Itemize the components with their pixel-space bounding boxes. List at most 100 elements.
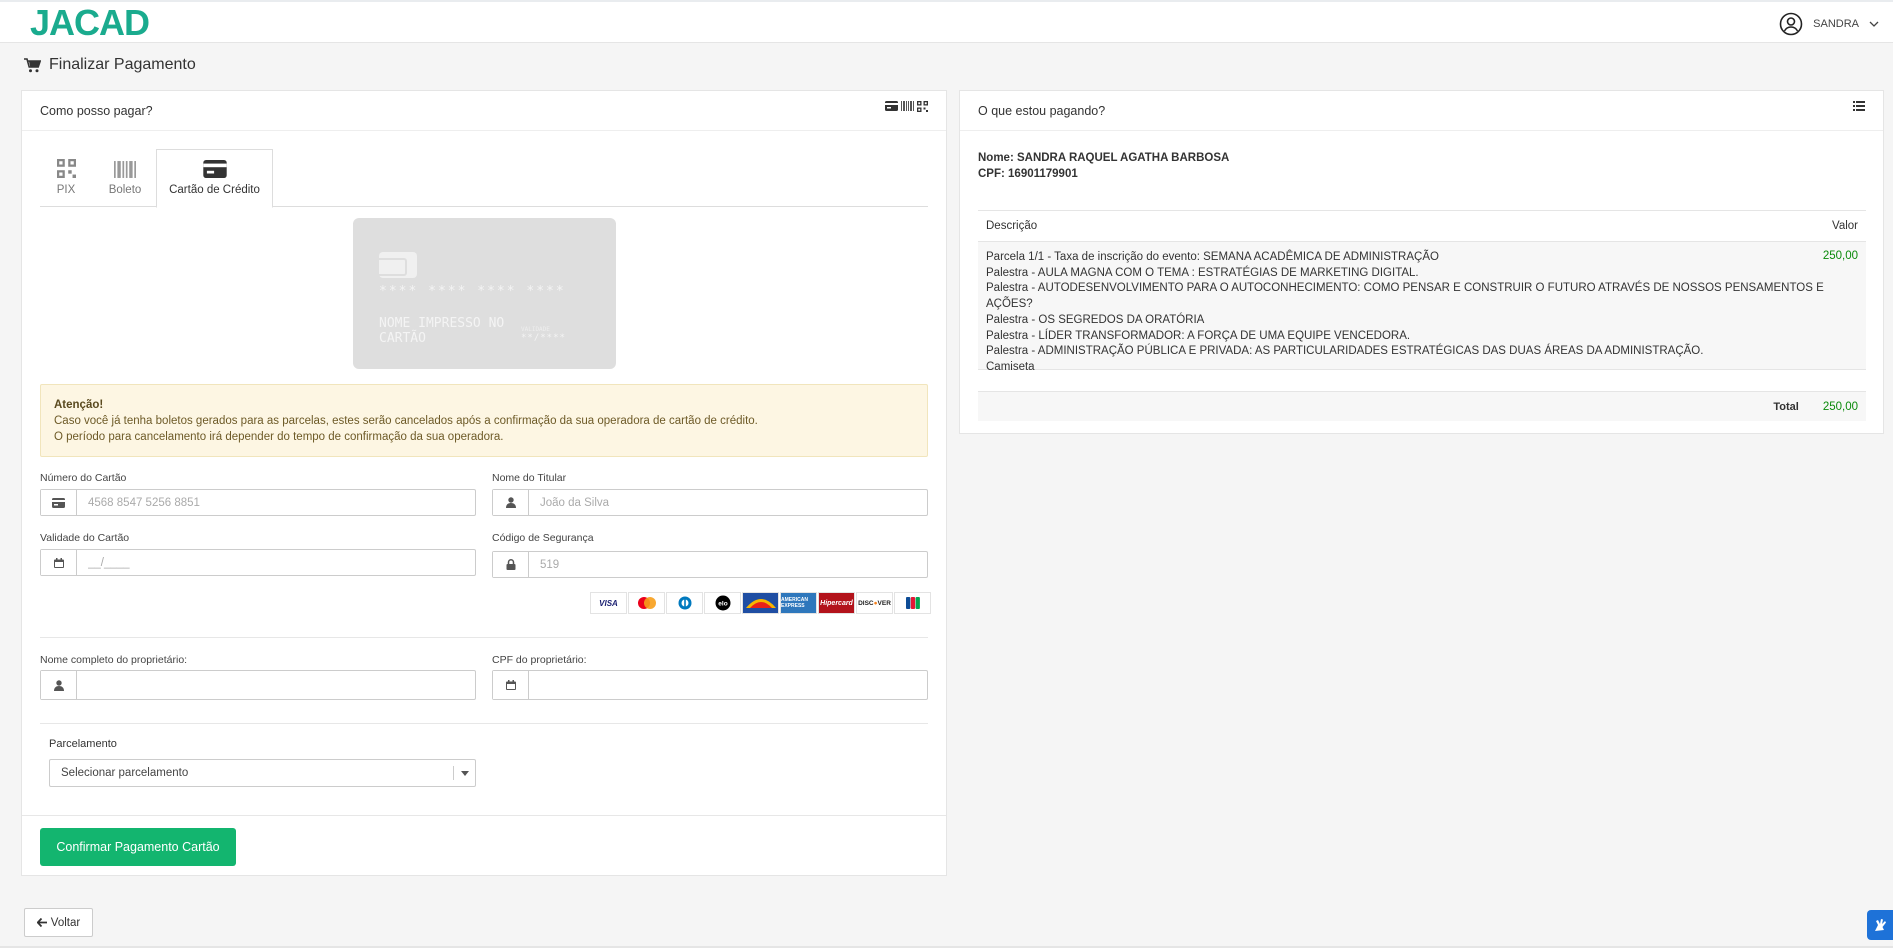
credit-card-preview: **** **** **** **** NOME IMPRESSO NO CAR… [353,218,616,369]
top-bar: JACAD SANDRA [0,0,1893,43]
warning-alert: Atenção! Caso você já tenha boletos gera… [40,384,928,457]
owner-name-addon [41,671,77,699]
card-number-label: Número do Cartão [40,472,127,484]
back-button-label: Voltar [50,916,81,929]
security-code-addon [493,552,529,577]
installments-select[interactable]: Selecionar parcelamento [49,759,476,787]
holder-name-group [492,489,928,516]
alert-line-2: O período para cancelamento irá depender… [54,431,504,443]
user-avatar-icon [1779,12,1803,36]
divider [40,723,928,724]
installments-selected: Selecionar parcelamento [61,767,189,779]
jcb-logo [894,592,931,614]
calendar-icon [53,557,64,568]
owner-name-group [40,670,476,700]
jacad-logo[interactable]: JACAD [30,4,150,42]
tab-credit-card[interactable]: Cartão de Crédito [156,149,273,208]
card-chip-icon [379,252,417,278]
list-icon [1853,101,1865,111]
payment-tabs: PIX Boleto Cartão de Crédito [40,149,928,208]
holder-name-input[interactable] [529,490,927,515]
tab-credit-card-label: Cartão de Crédito [169,184,260,196]
summary-panel-header: O que estou pagando? [960,91,1883,131]
lock-icon [506,559,515,570]
security-code-input[interactable] [529,552,927,577]
owner-name-label: Nome completo do proprietário: [40,654,188,666]
card-brands: VISA elo AMERICAN EXPRESS Hipercard DISC… [590,592,931,614]
total-label: Total [1773,400,1799,413]
installments-label: Parcelamento [49,738,117,750]
item-line: Palestra - AUTODESENVOLVIMENTO PARA O AU… [986,282,1824,311]
column-value: Valor [1832,220,1858,232]
payment-panel-header: Como posso pagar? [22,91,946,131]
visa-logo: VISA [590,592,627,614]
caret-down-icon [453,766,475,780]
owner-cpf-input[interactable] [529,671,927,699]
total-value: 250,00 [1822,400,1858,413]
back-button[interactable]: Voltar [24,908,93,937]
chevron-down-icon [1869,21,1879,27]
alert-line-1: Caso você já tenha boletos gerados para … [54,415,758,427]
elo-logo: elo [704,592,741,614]
item-line: Palestra - LÍDER TRANSFORMADOR: A FORÇA … [986,329,1411,342]
user-name: SANDRA [1813,18,1859,30]
card-preview-name: NOME IMPRESSO NO CARTÃO [379,316,505,346]
amex-logo: AMERICAN EXPRESS [780,592,817,614]
validity-label: Validade do Cartão [40,532,130,544]
svg-text:elo: elo [718,601,727,608]
card-preview-number: **** **** **** **** [379,284,566,299]
security-code-label: Código de Segurança [492,532,594,544]
payment-panel: Como posso pagar? PIX Boleto Cartão de C… [21,90,947,876]
owner-cpf-addon [493,671,529,699]
user-icon [505,497,516,508]
column-description: Descrição [986,220,1038,232]
user-menu[interactable]: SANDRA [1779,12,1879,36]
accessibility-widget-button[interactable] [1867,910,1893,940]
card-preview-valid: **/**** [521,333,566,343]
validity-input[interactable] [77,550,475,575]
diners-logo [666,592,703,614]
owner-name-input[interactable] [77,671,475,699]
payment-method-icons [885,101,928,112]
credit-card-icon [52,497,65,508]
validity-group [40,549,476,576]
item-line: Parcela 1/1 - Taxa de inscrição do event… [986,251,1439,263]
credit-card-icon [885,101,898,111]
confirm-payment-button[interactable]: Confirmar Pagamento Cartão [40,828,236,866]
table-row: Parcela 1/1 - Taxa de inscrição do event… [978,242,1866,373]
card-number-addon [41,490,77,515]
owner-cpf-group [492,670,928,700]
discover-logo: DISC ● VER [856,592,893,614]
payer-info: Nome: SANDRA RAQUEL AGATHA BARBOSA CPF: … [978,150,1229,182]
sign-language-hands-icon [1875,919,1886,931]
summary-panel-title: O que estou pagando? [978,103,1106,118]
security-code-group [492,551,928,578]
alert-title: Atenção! [54,399,104,411]
page-title-text: Finalizar Pagamento [49,56,196,73]
item-value: 250,00 [1822,250,1858,262]
payer-cpf: CPF: 16901179901 [978,168,1078,180]
shopping-cart-icon [24,57,41,72]
tab-boleto-label: Boleto [108,184,142,196]
card-number-group [40,489,476,516]
tab-pix[interactable]: PIX [44,149,88,207]
card-preview-valid-label: VALIDADE [521,326,550,333]
mastercard-logo [628,592,665,614]
divider [40,637,928,638]
tab-boleto[interactable]: Boleto [98,149,152,207]
aura-logo [742,592,779,614]
user-icon [53,679,64,691]
card-number-input[interactable] [77,490,475,515]
item-line: Palestra - ADMINISTRAÇÃO PÚBLICA E PRIVA… [986,345,1704,358]
qrcode-icon [917,101,928,112]
holder-name-label: Nome do Titular [492,472,567,484]
tab-pix-label: PIX [56,184,76,196]
hipercard-logo: Hipercard [818,592,855,614]
page-title: Finalizar Pagamento [24,56,196,74]
items-table: Descrição Valor Parcela 1/1 - Taxa de in… [978,210,1866,421]
table-header: Descrição Valor [978,210,1866,242]
item-line: Palestra - OS SEGREDOS DA ORATÓRIA [986,313,1205,326]
table-total-row: Total 250,00 [978,391,1866,421]
payer-name: Nome: SANDRA RAQUEL AGATHA BARBOSA [978,152,1230,164]
holder-name-addon [493,490,529,515]
